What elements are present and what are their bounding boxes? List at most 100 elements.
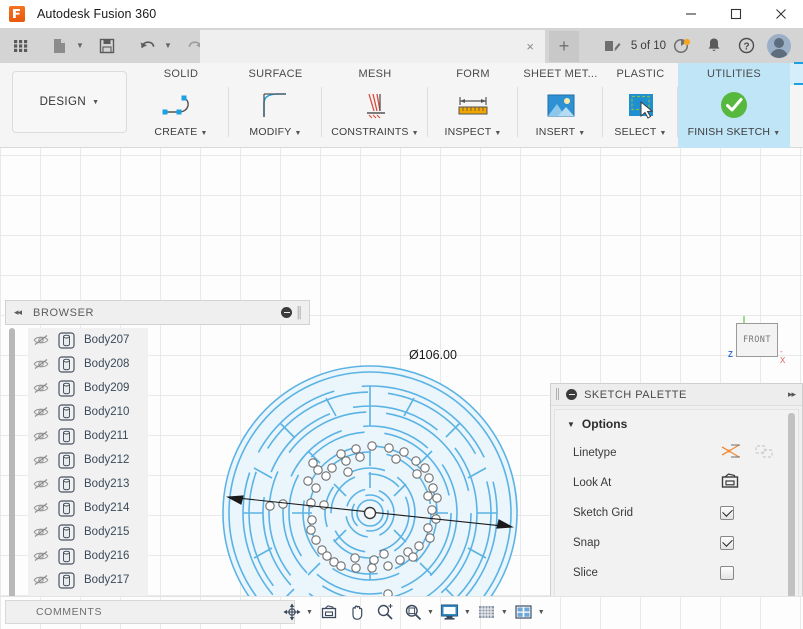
fit-button[interactable]: ▼ — [399, 599, 436, 625]
linetype-construction-icon[interactable] — [720, 442, 742, 465]
view-cube[interactable]: FRONT Z -X — [728, 323, 785, 365]
orbit-caret-icon[interactable]: ▼ — [306, 609, 313, 616]
select-menu[interactable]: SELECT ▼ — [614, 126, 666, 138]
visibility-off-icon[interactable] — [28, 357, 54, 371]
palette-minimize-icon[interactable] — [566, 389, 578, 400]
modify-fillet-icon[interactable] — [254, 88, 298, 124]
tab-form[interactable]: FORM INSPECT ▼ — [428, 63, 518, 148]
insert-image-icon[interactable] — [544, 88, 578, 124]
browser-item-body215[interactable]: Body215 — [28, 520, 148, 544]
browser-item-body217[interactable]: Body217 — [28, 568, 148, 592]
select-cursor-icon[interactable] — [624, 88, 658, 124]
comments-bar[interactable]: COMMENTS — [5, 600, 295, 624]
visibility-off-icon[interactable] — [28, 549, 54, 563]
browser-item-body208[interactable]: Body208 — [28, 352, 148, 376]
document-tab[interactable]: × — [200, 30, 545, 63]
viewports-button[interactable]: ▼ — [510, 599, 547, 625]
close-button[interactable] — [758, 0, 803, 28]
checkbox-sketch-grid[interactable] — [720, 506, 734, 520]
browser-collapse-icon[interactable]: ◂◂ — [14, 307, 22, 318]
visibility-off-icon[interactable] — [28, 381, 54, 395]
palette-grip-icon[interactable]: ║ — [554, 389, 561, 400]
browser-item-body210[interactable]: Body210 — [28, 400, 148, 424]
workspace-selector[interactable]: DESIGN ▼ — [12, 71, 127, 133]
job-status-icon[interactable] — [666, 30, 698, 62]
browser-item-body213[interactable]: Body213 — [28, 472, 148, 496]
palette-expand-icon[interactable]: ▸▸ — [788, 389, 796, 400]
constraints-icon[interactable] — [355, 88, 395, 124]
checkbox-snap[interactable] — [720, 536, 734, 550]
visibility-off-icon[interactable] — [28, 477, 54, 491]
visibility-off-icon[interactable] — [28, 429, 54, 443]
insert-menu[interactable]: INSERT ▼ — [536, 126, 586, 138]
green-check-icon[interactable] — [717, 88, 751, 124]
browser-item-body212[interactable]: Body212 — [28, 448, 148, 472]
options-section-header[interactable]: ▼ Options — [555, 410, 798, 438]
browser-minimize-icon[interactable] — [281, 307, 292, 318]
new-file-icon[interactable] — [44, 31, 74, 61]
palette-row-slice[interactable]: Slice — [555, 558, 798, 588]
tab-solid[interactable]: SOLID CREATE ▼ — [133, 63, 229, 148]
visibility-off-icon[interactable] — [28, 405, 54, 419]
look-at-icon[interactable] — [720, 472, 740, 495]
minimize-button[interactable] — [668, 0, 713, 28]
palette-row-sketch-grid[interactable]: Sketch Grid — [555, 498, 798, 528]
undo-icon[interactable] — [132, 31, 162, 61]
create-sketch-icon[interactable] — [157, 88, 205, 124]
tab-utilities[interactable]: UTILITIES FINISH SKETCH ▼ — [678, 63, 790, 148]
tab-plastic[interactable]: PLASTIC SELECT ▼ — [603, 63, 678, 148]
tab-sketch[interactable]: SKETCH — [790, 62, 803, 85]
tab-sheet-metal[interactable]: SHEET MET... INSERT ▼ — [518, 63, 603, 148]
view-cube-front-face[interactable]: FRONT — [736, 323, 778, 357]
visibility-off-icon[interactable] — [28, 333, 54, 347]
checkbox-slice[interactable] — [720, 566, 734, 580]
visibility-off-icon[interactable] — [28, 453, 54, 467]
browser-scrollbar[interactable] — [9, 328, 15, 596]
visibility-off-icon[interactable] — [28, 573, 54, 587]
viewports-caret-icon[interactable]: ▼ — [538, 609, 545, 616]
file-count-group[interactable]: 5 of 10 — [597, 30, 666, 62]
constraints-menu[interactable]: CONSTRAINTS ▼ — [331, 126, 419, 138]
display-settings-caret-icon[interactable]: ▼ — [464, 609, 471, 616]
visibility-off-icon[interactable] — [28, 525, 54, 539]
modify-menu[interactable]: MODIFY ▼ — [249, 126, 301, 138]
grid-snaps-caret-icon[interactable]: ▼ — [501, 609, 508, 616]
undo-caret-icon[interactable]: ▼ — [162, 41, 174, 50]
help-icon[interactable]: ? — [730, 30, 762, 62]
palette-row-look-at[interactable]: Look At — [555, 468, 798, 498]
create-menu[interactable]: CREATE ▼ — [154, 126, 207, 138]
diameter-dimension-label[interactable]: Ø106.00 — [409, 348, 457, 362]
finish-sketch-menu[interactable]: FINISH SKETCH ▼ — [688, 126, 781, 138]
tab-mesh[interactable]: MESH CONSTRAINTS ▼ — [322, 63, 428, 148]
linetype-centerline-icon[interactable] — [754, 442, 776, 465]
measure-ruler-icon[interactable] — [452, 88, 494, 124]
zoom-button[interactable] — [371, 599, 399, 625]
new-tab-button[interactable]: + — [549, 31, 579, 62]
browser-grip-icon[interactable]: ║ — [295, 307, 303, 319]
browser-item-body207[interactable]: Body207 — [28, 328, 148, 352]
grid-menu-icon[interactable] — [6, 31, 36, 61]
browser-item-body209[interactable]: Body209 — [28, 376, 148, 400]
notifications-bell-icon[interactable] — [698, 30, 730, 62]
orbit-button[interactable]: ▼ — [278, 599, 315, 625]
tab-surface[interactable]: SURFACE MODIFY ▼ — [229, 63, 322, 148]
new-file-caret-icon[interactable]: ▼ — [74, 41, 86, 50]
maximize-button[interactable] — [713, 0, 758, 28]
display-settings-button[interactable]: ▼ — [436, 599, 473, 625]
fit-caret-icon[interactable]: ▼ — [427, 609, 434, 616]
palette-row-snap[interactable]: Snap — [555, 528, 798, 558]
palette-row-show-profile[interactable]: Show Profile — [555, 588, 798, 596]
pan-button[interactable] — [343, 599, 371, 625]
save-icon[interactable] — [92, 31, 122, 61]
browser-item-body211[interactable]: Body211 — [28, 424, 148, 448]
visibility-off-icon[interactable] — [28, 501, 54, 515]
inspect-menu[interactable]: INSPECT ▼ — [444, 126, 501, 138]
account-avatar[interactable] — [767, 33, 791, 58]
palette-row-linetype[interactable]: Linetype — [555, 438, 798, 468]
browser-item-body216[interactable]: Body216 — [28, 544, 148, 568]
tab-close-icon[interactable]: × — [526, 39, 534, 54]
grid-snaps-button[interactable]: ▼ — [473, 599, 510, 625]
browser-item-body214[interactable]: Body214 — [28, 496, 148, 520]
canvas-viewport[interactable]: Ø106.00 FRONT Z -X ◂◂ BROWSER ║ Body207 B… — [0, 148, 803, 596]
look-at-button[interactable] — [315, 599, 343, 625]
